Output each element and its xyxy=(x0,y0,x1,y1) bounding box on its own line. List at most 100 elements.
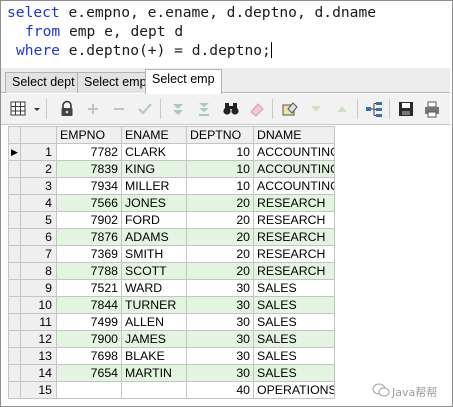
cell-deptno[interactable]: 20 xyxy=(186,262,254,280)
table-row[interactable]: 14 7654 MARTIN 30 SALES xyxy=(8,364,335,382)
table-row[interactable]: 3 7934 MILLER 10 ACCOUNTING xyxy=(8,177,335,195)
cell-dname[interactable]: OPERATIONS xyxy=(253,381,335,399)
table-row[interactable]: 11 7499 ALLEN 30 SALES xyxy=(8,313,335,331)
cell-ename[interactable]: WARD xyxy=(121,279,187,297)
table-row[interactable]: 13 7698 BLAKE 30 SALES xyxy=(8,347,335,365)
cell-deptno[interactable]: 30 xyxy=(186,330,254,348)
cell-empno[interactable]: 7654 xyxy=(56,364,122,382)
cell-empno[interactable]: 7902 xyxy=(56,211,122,229)
cell-ename[interactable]: BLAKE xyxy=(121,347,187,365)
tab-select-dept[interactable]: Select dept xyxy=(5,72,82,93)
filter-up-icon[interactable] xyxy=(333,100,351,118)
cell-deptno[interactable]: 20 xyxy=(186,194,254,212)
check-icon[interactable] xyxy=(136,100,154,118)
double-down-icon[interactable] xyxy=(195,100,213,118)
cell-deptno[interactable]: 10 xyxy=(186,177,254,195)
filter-down-icon[interactable] xyxy=(307,100,325,118)
cell-deptno[interactable]: 10 xyxy=(186,143,254,161)
cell-deptno[interactable]: 40 xyxy=(186,381,254,399)
cell-deptno[interactable]: 30 xyxy=(186,279,254,297)
column-header-deptno[interactable]: DEPTNO xyxy=(186,126,254,144)
cell-ename[interactable]: ADAMS xyxy=(121,228,187,246)
table-row[interactable]: 12 7900 JAMES 30 SALES xyxy=(8,330,335,348)
sql-editor[interactable]: select e.empno, e.ename, d.deptno, d.dna… xyxy=(1,1,450,67)
table-row[interactable]: ▶ 1 7782 CLARK 10 ACCOUNTING xyxy=(8,143,335,161)
cell-deptno[interactable]: 10 xyxy=(186,160,254,178)
cell-deptno[interactable]: 30 xyxy=(186,364,254,382)
cell-empno[interactable]: 7839 xyxy=(56,160,122,178)
cell-dname[interactable]: RESEARCH xyxy=(253,262,335,280)
cell-deptno[interactable]: 30 xyxy=(186,296,254,314)
table-row[interactable]: 15 40 OPERATIONS xyxy=(8,381,335,399)
cell-empno[interactable]: 7900 xyxy=(56,330,122,348)
cell-dname[interactable]: ACCOUNTING xyxy=(253,160,335,178)
cell-ename[interactable]: MILLER xyxy=(121,177,187,195)
cell-deptno[interactable]: 20 xyxy=(186,228,254,246)
table-row[interactable]: 8 7788 SCOTT 20 RESEARCH xyxy=(8,262,335,280)
cell-ename[interactable]: SCOTT xyxy=(121,262,187,280)
cell-dname[interactable]: ACCOUNTING xyxy=(253,143,335,161)
cell-deptno[interactable]: 30 xyxy=(186,313,254,331)
cell-ename[interactable]: JAMES xyxy=(121,330,187,348)
cell-ename[interactable]: CLARK xyxy=(121,143,187,161)
cell-dname[interactable]: RESEARCH xyxy=(253,194,335,212)
cell-ename[interactable]: ALLEN xyxy=(121,313,187,331)
cell-ename[interactable]: FORD xyxy=(121,211,187,229)
chevron-down-icon[interactable] xyxy=(28,100,40,118)
table-row[interactable]: 6 7876 ADAMS 20 RESEARCH xyxy=(8,228,335,246)
cell-dname[interactable]: SALES xyxy=(253,330,335,348)
table-row[interactable]: 4 7566 JONES 20 RESEARCH xyxy=(8,194,335,212)
cell-empno[interactable]: 7521 xyxy=(56,279,122,297)
grid-icon[interactable] xyxy=(10,100,28,118)
cell-ename[interactable]: JONES xyxy=(121,194,187,212)
cell-ename[interactable]: MARTIN xyxy=(121,364,187,382)
cell-empno[interactable]: 7782 xyxy=(56,143,122,161)
query-icon[interactable] xyxy=(281,100,299,118)
cell-empno[interactable]: 7369 xyxy=(56,245,122,263)
cell-deptno[interactable]: 20 xyxy=(186,245,254,263)
lock-icon[interactable] xyxy=(58,100,76,118)
table-row[interactable]: 5 7902 FORD 20 RESEARCH xyxy=(8,211,335,229)
minus-icon[interactable] xyxy=(110,100,128,118)
cell-empno[interactable]: 7844 xyxy=(56,296,122,314)
down-arrows-icon[interactable] xyxy=(169,100,187,118)
cell-ename[interactable]: SMITH xyxy=(121,245,187,263)
cell-empno[interactable]: 7566 xyxy=(56,194,122,212)
table-row[interactable]: 7 7369 SMITH 20 RESEARCH xyxy=(8,245,335,263)
save-icon[interactable] xyxy=(397,100,415,118)
cell-dname[interactable]: ACCOUNTING xyxy=(253,177,335,195)
cell-empno[interactable]: 7698 xyxy=(56,347,122,365)
column-header-ename[interactable]: ENAME xyxy=(121,126,187,144)
cell-empno[interactable]: 7499 xyxy=(56,313,122,331)
cell-dname[interactable]: SALES xyxy=(253,313,335,331)
cell-dname[interactable]: SALES xyxy=(253,279,335,297)
cell-empno[interactable]: 7934 xyxy=(56,177,122,195)
cell-dname[interactable]: RESEARCH xyxy=(253,245,335,263)
cell-dname[interactable]: SALES xyxy=(253,364,335,382)
cell-ename[interactable] xyxy=(121,381,187,399)
table-row[interactable]: 9 7521 WARD 30 SALES xyxy=(8,279,335,297)
cell-ename[interactable]: TURNER xyxy=(121,296,187,314)
cell-dname[interactable]: SALES xyxy=(253,296,335,314)
table-row[interactable]: 10 7844 TURNER 30 SALES xyxy=(8,296,335,314)
cell-deptno[interactable]: 30 xyxy=(186,347,254,365)
row-indicator xyxy=(8,364,21,382)
cell-empno[interactable] xyxy=(56,381,122,399)
cell-empno[interactable]: 7876 xyxy=(56,228,122,246)
tab-select-emp[interactable]: Select emp xyxy=(77,72,154,93)
cell-dname[interactable]: SALES xyxy=(253,347,335,365)
tab-select-emp-active[interactable]: Select emp xyxy=(145,69,222,94)
print-icon[interactable] xyxy=(423,100,441,118)
cell-dname[interactable]: RESEARCH xyxy=(253,211,335,229)
cell-dname[interactable]: RESEARCH xyxy=(253,228,335,246)
table-row[interactable]: 2 7839 KING 10 ACCOUNTING xyxy=(8,160,335,178)
eraser-icon[interactable] xyxy=(248,100,266,118)
column-header-dname[interactable]: DNAME xyxy=(253,126,335,144)
tree-icon[interactable] xyxy=(365,100,383,118)
column-header-empno[interactable]: EMPNO xyxy=(56,126,122,144)
cell-empno[interactable]: 7788 xyxy=(56,262,122,280)
plus-icon[interactable] xyxy=(84,100,102,118)
binoculars-icon[interactable] xyxy=(222,100,240,118)
cell-deptno[interactable]: 20 xyxy=(186,211,254,229)
cell-ename[interactable]: KING xyxy=(121,160,187,178)
